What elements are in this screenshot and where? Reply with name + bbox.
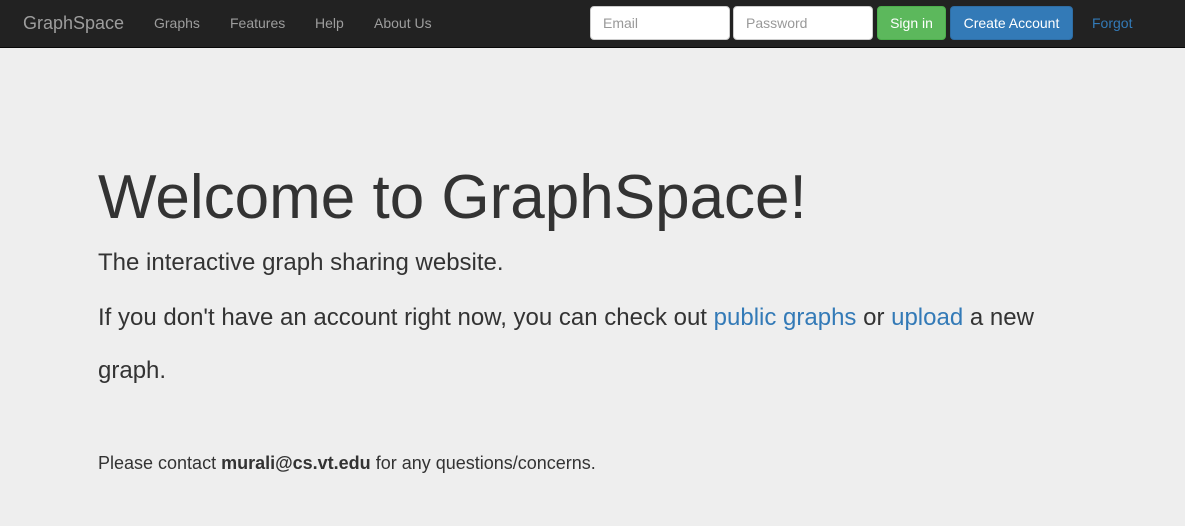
brand-link[interactable]: GraphSpace — [23, 13, 124, 33]
public-graphs-link[interactable]: public graphs — [714, 304, 857, 331]
hero-subtitle: The interactive graph sharing website. — [98, 249, 504, 276]
cta-prefix: If you don't have an account right now, … — [98, 304, 714, 331]
contact-prefix: Please contact — [98, 453, 222, 473]
page-title: Welcome to GraphSpace! — [98, 163, 807, 232]
contact-text: Please contact murali@cs.vt.edu for any … — [98, 452, 596, 474]
cta-middle: or — [856, 304, 892, 331]
top-navbar: GraphSpace Graphs Features Help About Us… — [0, 0, 1185, 48]
nav-link-about-us[interactable]: About Us — [374, 15, 432, 31]
nav-link-help[interactable]: Help — [315, 15, 344, 31]
sign-in-button[interactable]: Sign in — [877, 6, 946, 40]
nav-link-graphs[interactable]: Graphs — [154, 15, 200, 31]
contact-suffix: for any questions/concerns. — [370, 453, 596, 473]
email-input[interactable] — [590, 6, 730, 40]
hero-section: Welcome to GraphSpace! The interactive g… — [98, 160, 1098, 473]
contact-email: murali@cs.vt.edu — [221, 453, 371, 473]
forgot-link[interactable]: Forgot — [1092, 15, 1132, 31]
hero-cta-text: If you don't have an account right now, … — [98, 291, 1098, 397]
upload-link[interactable]: upload — [891, 304, 963, 331]
nav-link-features[interactable]: Features — [230, 15, 285, 31]
password-input[interactable] — [733, 6, 873, 40]
create-account-button[interactable]: Create Account — [950, 6, 1073, 40]
